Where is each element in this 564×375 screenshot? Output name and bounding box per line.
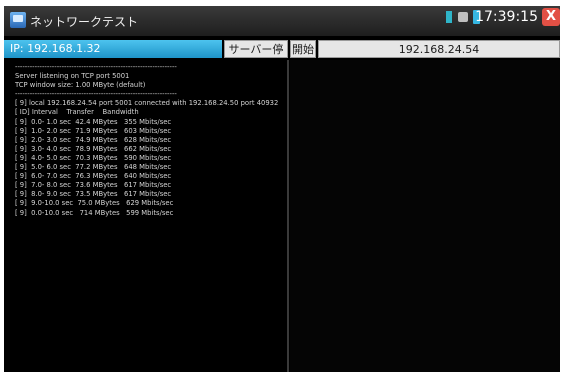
close-icon[interactable]: X	[542, 8, 560, 26]
start-button[interactable]: 開始	[290, 40, 316, 58]
log-line: [ 9] 0.0-10.0 sec 714 MBytes 599 Mbits/s…	[15, 208, 174, 217]
target-ip-field[interactable]: 192.168.24.54	[318, 40, 560, 58]
signal-icon	[446, 11, 452, 23]
log-line: ----------------------------------------…	[15, 63, 177, 71]
client-log-pane[interactable]	[290, 60, 560, 372]
server-log: ----------------------------------------…	[15, 63, 285, 218]
title-bar: ネットワークテスト 17:39:15 X	[4, 6, 560, 36]
log-line: [ 9] 4.0- 5.0 sec 70.3 MBytes 590 Mbits/…	[15, 153, 172, 162]
clock: 17:39:15	[475, 9, 538, 25]
app-title: ネットワークテスト	[30, 15, 139, 29]
app-icon	[10, 12, 26, 28]
log-line: Server listening on TCP port 5001	[15, 72, 130, 81]
local-ip-display: IP: 192.168.1.32	[4, 40, 222, 58]
log-line: [ 9] 7.0- 8.0 sec 73.6 MBytes 617 Mbits/…	[15, 181, 172, 190]
stop-server-button[interactable]: サーバー停止	[224, 40, 288, 74]
pane-divider	[287, 60, 289, 372]
server-log-pane[interactable]: ----------------------------------------…	[4, 60, 286, 372]
log-line: [ 9] 8.0- 9.0 sec 73.5 MBytes 617 Mbits/…	[15, 190, 172, 199]
log-line: ----------------------------------------…	[15, 90, 177, 99]
log-line: [ 9] 0.0- 1.0 sec 42.4 MBytes 355 Mbits/…	[15, 117, 172, 126]
log-line: [ 9] 3.0- 4.0 sec 78.9 MBytes 662 Mbits/…	[15, 144, 172, 153]
toolbar: IP: 192.168.1.32 サーバー停止 開始 192.168.24.54	[4, 40, 560, 74]
log-line: [ ID] Interval Transfer Bandwidth	[15, 108, 139, 117]
plug-icon	[458, 12, 468, 22]
log-line: [ 9] 9.0-10.0 sec 75.0 MBytes 629 Mbits/…	[15, 199, 174, 208]
log-line: [ 9] 6.0- 7.0 sec 76.3 MBytes 640 Mbits/…	[15, 172, 172, 181]
log-line: [ 9] local 192.168.24.54 port 5001 conne…	[15, 99, 279, 108]
device-screen: ネットワークテスト 17:39:15 X IP: 192.168.1.32 サー…	[4, 6, 560, 372]
log-line: [ 9] 2.0- 3.0 sec 74.9 MBytes 628 Mbits/…	[15, 135, 172, 144]
log-line: [ 9] 5.0- 6.0 sec 77.2 MBytes 648 Mbits/…	[15, 163, 172, 172]
log-line: TCP window size: 1.00 MByte (default)	[15, 81, 146, 90]
log-line: [ 9] 1.0- 2.0 sec 71.9 MBytes 603 Mbits/…	[15, 126, 172, 135]
